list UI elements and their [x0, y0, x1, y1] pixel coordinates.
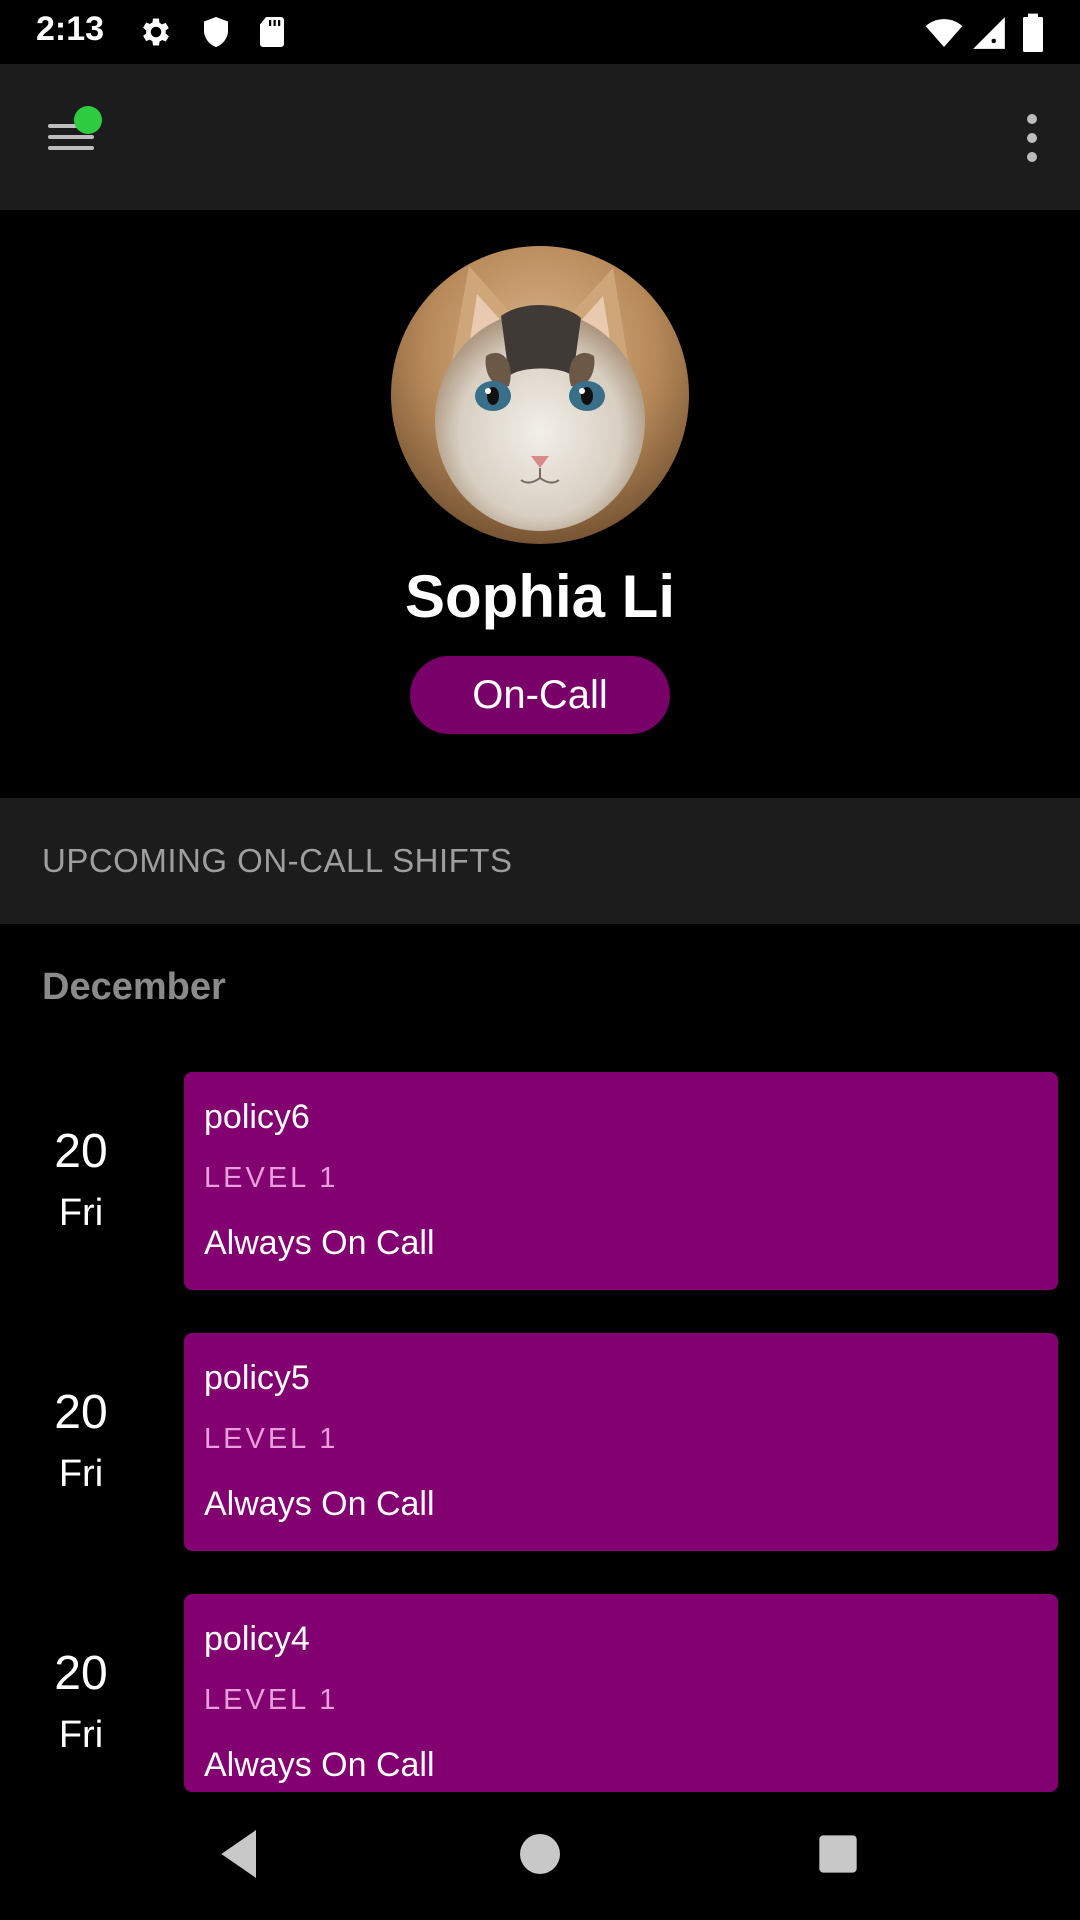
shift-level: LEVEL 1	[204, 1423, 339, 1455]
status-bar: 2:13	[0, 0, 1080, 64]
home-icon[interactable]	[508, 1822, 572, 1886]
shift-weekday: Fri	[58, 1192, 104, 1234]
shift-row: 20 Fri policy4 LEVEL 1 Always On Call	[0, 1594, 1080, 1792]
shift-card[interactable]: policy5 LEVEL 1 Always On Call	[184, 1333, 1058, 1551]
system-nav-bar	[0, 1792, 1080, 1920]
recents-icon[interactable]	[806, 1822, 870, 1886]
signal-icon	[973, 17, 1005, 49]
section-title: UPCOMING ON-CALL SHIFTS	[42, 842, 513, 879]
shift-description: Always On Call	[204, 1485, 435, 1523]
app-toolbar	[0, 64, 1080, 210]
shift-level: LEVEL 1	[204, 1162, 339, 1194]
shift-card[interactable]: policy6 LEVEL 1 Always On Call	[184, 1072, 1058, 1290]
on-call-status-badge[interactable]: On-Call	[410, 656, 670, 734]
shift-date: 20 Fri	[0, 1072, 162, 1290]
shift-card[interactable]: policy4 LEVEL 1 Always On Call	[184, 1594, 1058, 1792]
shift-policy: policy5	[204, 1359, 310, 1397]
upcoming-shifts-header: UPCOMING ON-CALL SHIFTS	[0, 798, 1080, 924]
shift-day: 20	[54, 1386, 108, 1439]
shift-row: 20 Fri policy6 LEVEL 1 Always On Call	[0, 1072, 1080, 1290]
shift-date: 20 Fri	[0, 1333, 162, 1551]
sd-card-icon	[260, 17, 284, 47]
profile-name: Sophia Li	[405, 563, 675, 630]
shift-policy: policy6	[204, 1098, 310, 1136]
shift-level: LEVEL 1	[204, 1684, 339, 1716]
app-screen: 2:13 Sophia Li On-Call UPCOMING ON-CALL …	[0, 0, 1080, 1920]
month-label: December	[42, 966, 226, 1008]
gear-icon	[143, 18, 169, 46]
shift-description: Always On Call	[204, 1746, 435, 1784]
avatar-cat-image	[391, 246, 689, 544]
shift-weekday: Fri	[58, 1453, 104, 1495]
more-vert-icon[interactable]	[1012, 108, 1052, 168]
notification-dot	[74, 106, 102, 134]
back-icon[interactable]	[208, 1822, 272, 1886]
avatar	[391, 246, 689, 544]
status-time: 2:13	[36, 10, 105, 48]
shift-row: 20 Fri policy5 LEVEL 1 Always On Call	[0, 1333, 1080, 1551]
shift-policy: policy4	[204, 1620, 310, 1658]
shield-icon	[204, 17, 228, 47]
shift-day: 20	[54, 1647, 108, 1700]
profile-header: Sophia Li On-Call	[0, 210, 1080, 798]
shift-date: 20 Fri	[0, 1594, 162, 1812]
battery-icon	[1023, 13, 1043, 52]
wifi-icon	[925, 19, 963, 47]
shift-weekday: Fri	[58, 1714, 104, 1756]
hamburger-menu-icon[interactable]	[44, 106, 102, 162]
shift-description: Always On Call	[204, 1224, 435, 1262]
shift-day: 20	[54, 1125, 108, 1178]
